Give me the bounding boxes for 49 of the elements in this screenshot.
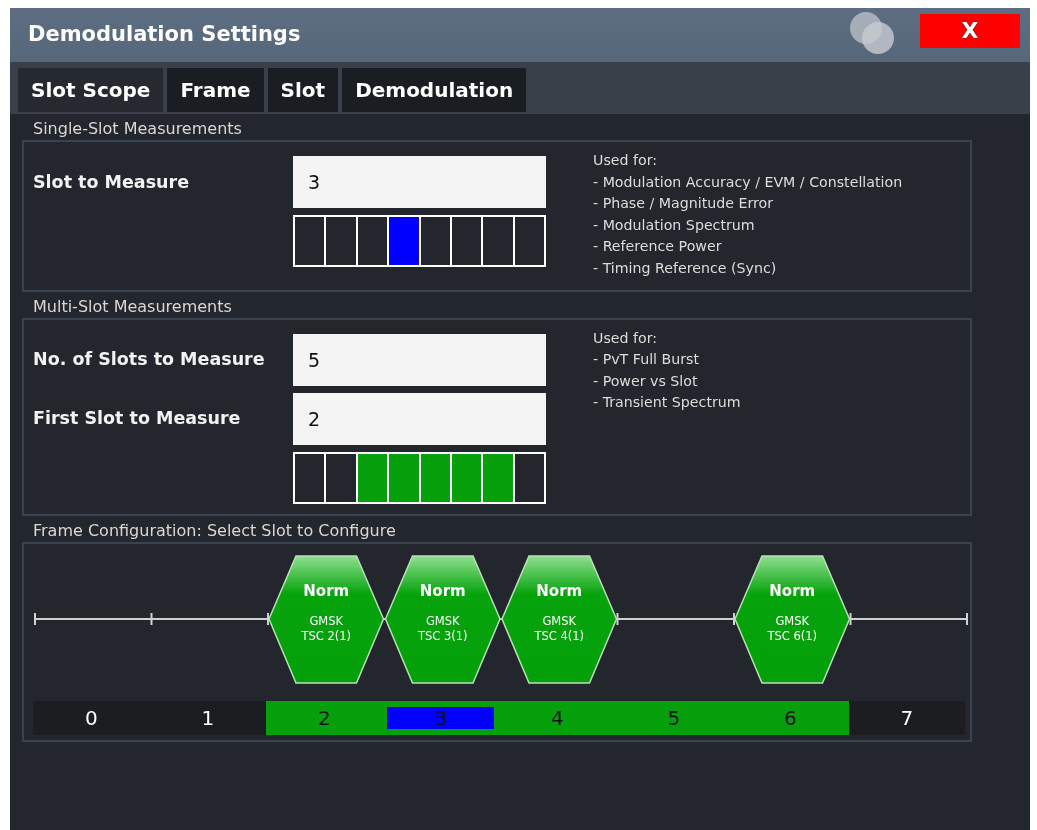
slot-number[interactable]: 7 xyxy=(848,700,965,735)
field-label: First Slot to Measure xyxy=(33,407,242,431)
info-text: Used for: xyxy=(593,328,659,348)
burst-type: Norm xyxy=(769,581,816,600)
info-text: - Modulation Spectrum xyxy=(593,215,756,235)
info-text: - Reference Power xyxy=(593,237,723,257)
slot-hexagon[interactable] xyxy=(384,554,501,684)
burst-type: Norm xyxy=(303,581,350,600)
slot-number[interactable]: 5 xyxy=(615,700,732,735)
burst-type: Norm xyxy=(419,581,466,600)
slot-number[interactable]: 1 xyxy=(149,700,266,735)
tsc-text: TSC 2(1) xyxy=(301,628,352,643)
info-text: - Transient Spectrum xyxy=(593,393,741,413)
tsc-text: TSC 3(1) xyxy=(417,628,468,643)
info-text: Used for: xyxy=(593,151,659,170)
close-button[interactable]: X xyxy=(920,14,1020,48)
tab[interactable]: Slot xyxy=(267,68,339,112)
window-title: Demodulation Settings xyxy=(28,21,301,49)
slot-number[interactable]: 2 xyxy=(266,700,383,735)
info-text: - Power vs Slot xyxy=(593,371,699,391)
slot-number[interactable]: 4 xyxy=(499,700,616,735)
info-text: - PvT Full Burst xyxy=(593,350,701,370)
burst-type: Norm xyxy=(536,581,583,600)
field-label: No. of Slots to Measure xyxy=(33,348,266,372)
info-text: - Phase / Magnitude Error xyxy=(593,194,775,214)
modulation-text: GMSK xyxy=(309,613,344,628)
slot-hexagon[interactable] xyxy=(734,554,851,684)
field-label: Slot to Measure xyxy=(33,170,191,194)
number-field[interactable]: 5 xyxy=(293,333,546,386)
section-heading: Multi-Slot Measurements xyxy=(33,295,233,318)
tsc-text: TSC 6(1) xyxy=(767,628,818,643)
slot-hexagon[interactable] xyxy=(268,554,385,684)
info-text: - Modulation Accuracy / EVM / Constellation xyxy=(593,172,903,192)
tsc-text: TSC 4(1) xyxy=(534,628,585,643)
section-heading: Frame Configuration: Select Slot to Configure xyxy=(33,519,397,542)
tab[interactable]: Frame xyxy=(167,68,264,112)
circles-icon[interactable] xyxy=(848,10,896,56)
number-field[interactable]: 3 xyxy=(293,156,546,208)
info-text: - Timing Reference (Sync) xyxy=(593,258,778,278)
number-field[interactable]: 2 xyxy=(293,392,546,445)
modulation-text: GMSK xyxy=(542,613,577,628)
modulation-text: GMSK xyxy=(775,613,810,628)
slot-number[interactable]: 6 xyxy=(732,700,849,735)
tab[interactable]: Demodulation xyxy=(342,68,527,112)
tab[interactable]: Slot Scope xyxy=(18,68,164,112)
section-heading: Single-Slot Measurements xyxy=(33,118,243,140)
slot-number[interactable]: 0 xyxy=(33,700,150,735)
slot-hexagon[interactable] xyxy=(501,554,618,684)
modulation-text: GMSK xyxy=(425,613,460,628)
